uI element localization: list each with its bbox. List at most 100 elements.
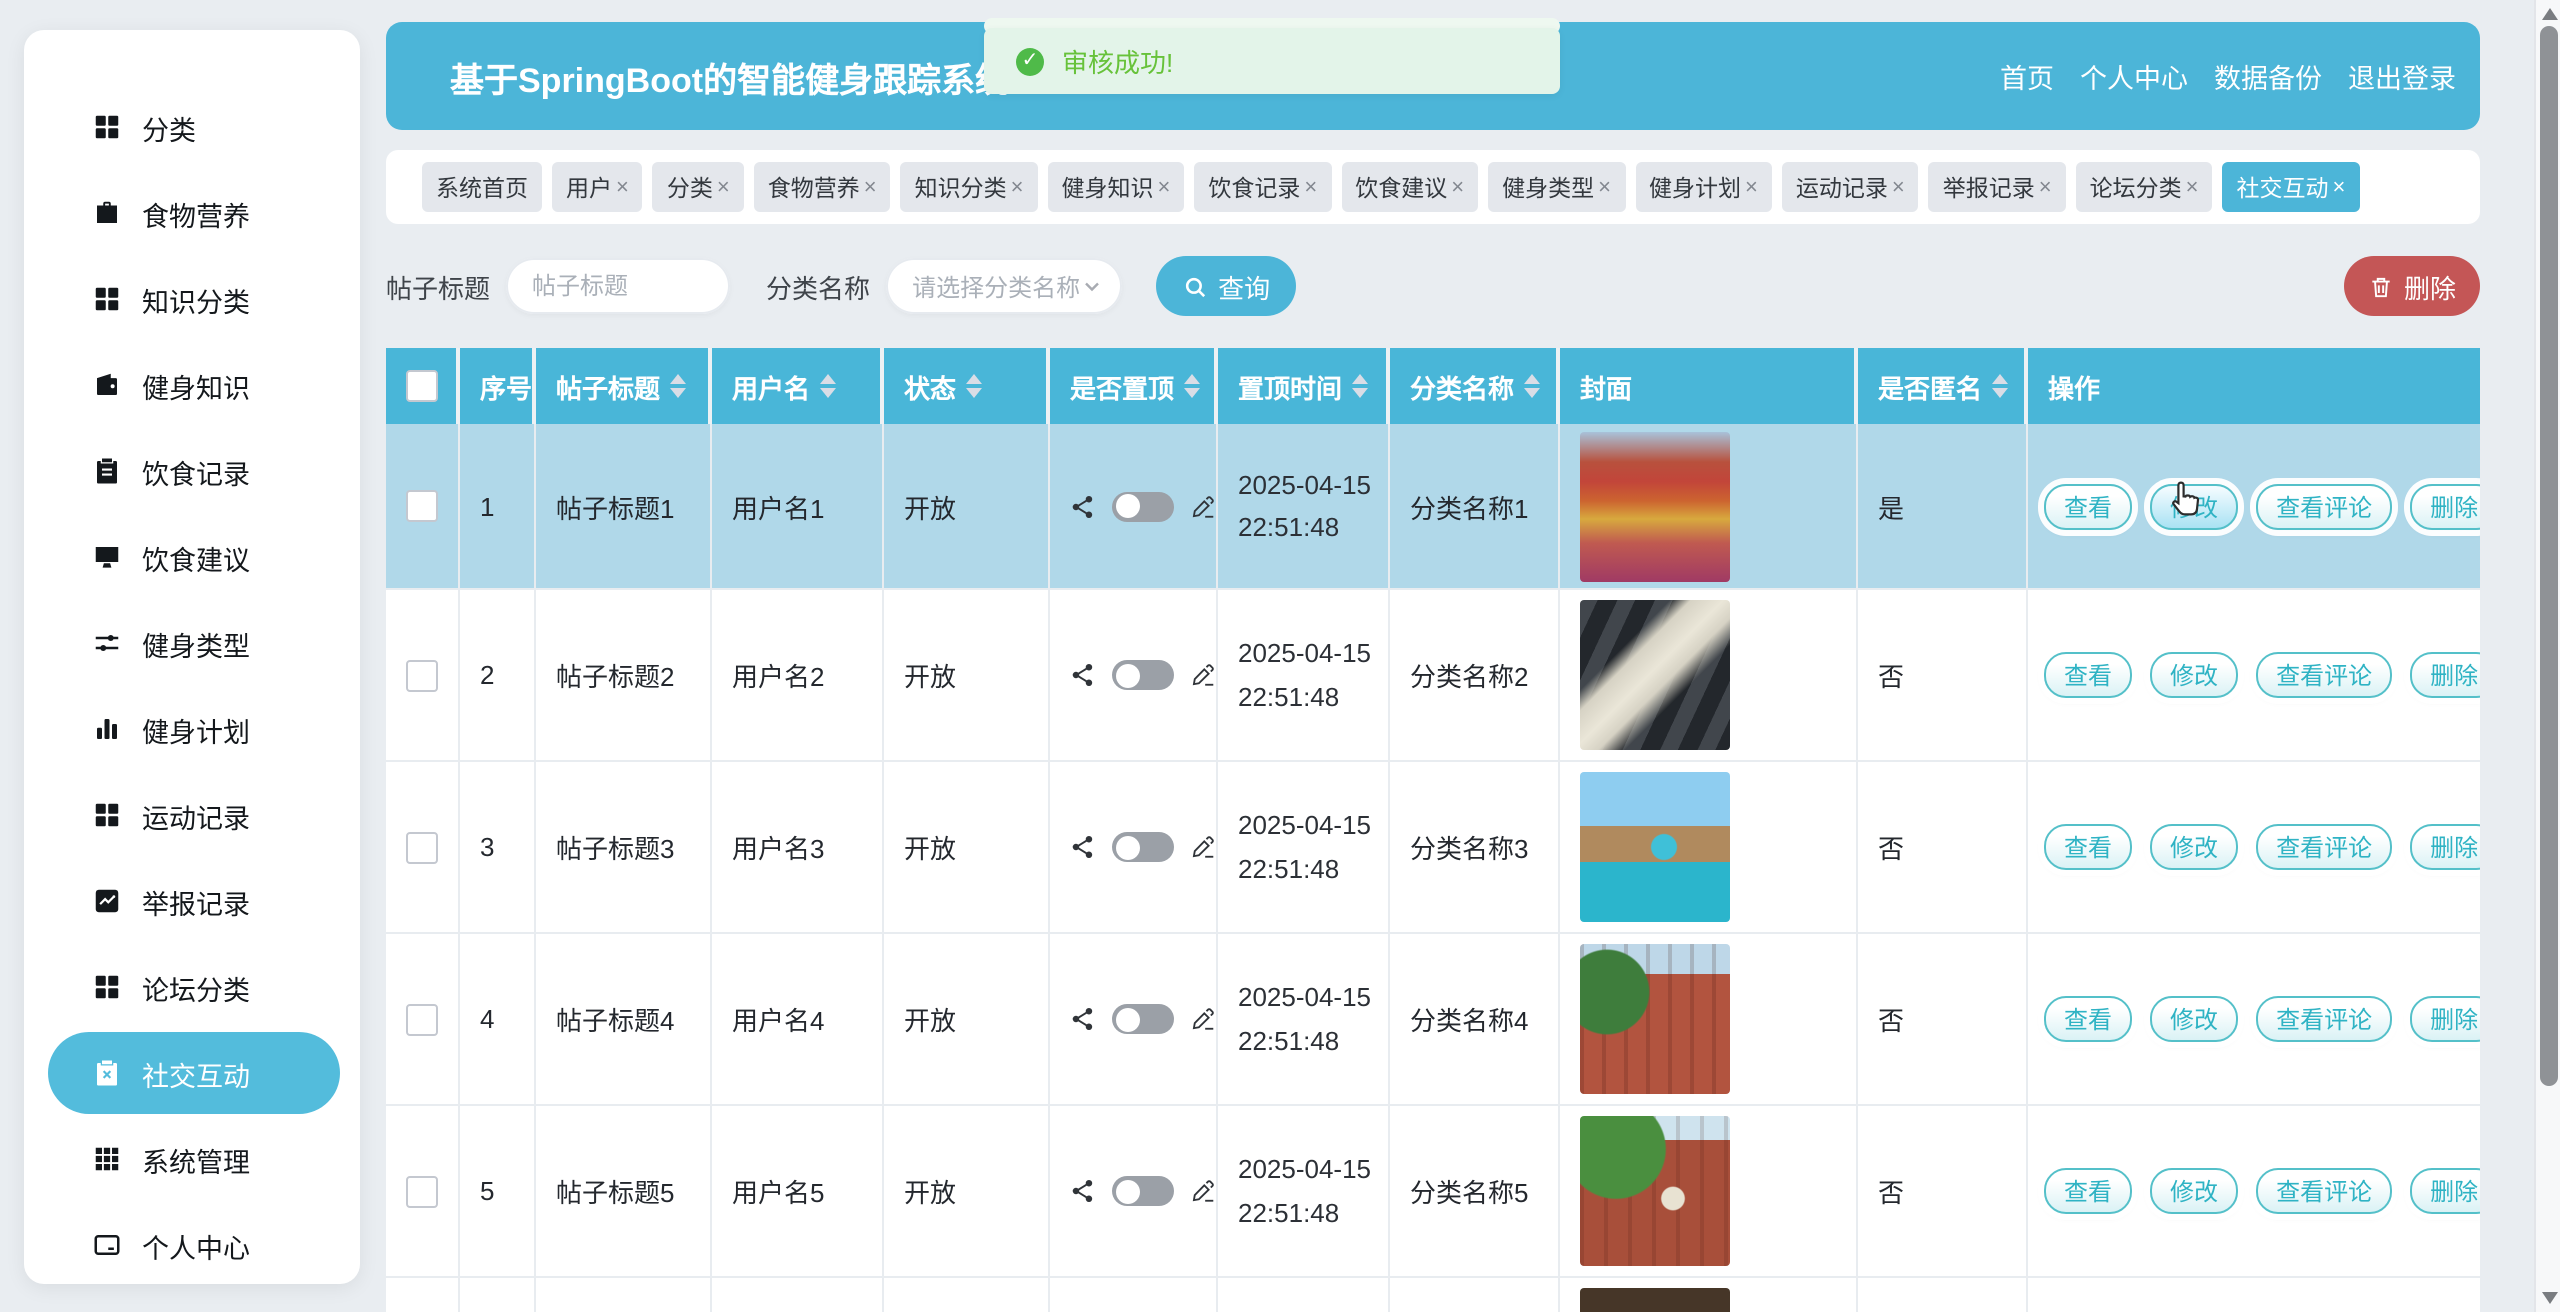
- row-checkbox[interactable]: [406, 831, 438, 863]
- tab-3[interactable]: 分类×: [653, 162, 744, 212]
- pin-toggle[interactable]: [1112, 660, 1174, 690]
- column-header-10[interactable]: 是否匿名: [1858, 348, 2028, 424]
- sidebar-item-6[interactable]: 饮食建议: [24, 514, 360, 600]
- select-all-checkbox[interactable]: [405, 370, 437, 402]
- row-checkbox[interactable]: [406, 1003, 438, 1035]
- tab-4[interactable]: 食物营养×: [754, 162, 891, 212]
- sidebar-item-1[interactable]: 分类: [24, 84, 360, 170]
- category-select[interactable]: 请选择分类名称: [886, 258, 1122, 314]
- top-nav-link-4[interactable]: 退出登录: [2348, 56, 2456, 96]
- edit-pen-icon[interactable]: [1190, 662, 1216, 688]
- tab-close-icon[interactable]: ×: [717, 175, 730, 199]
- row-action-view-button[interactable]: 查看: [2044, 652, 2132, 698]
- column-header-8[interactable]: 分类名称: [1390, 348, 1560, 424]
- pin-toggle[interactable]: [1112, 1176, 1174, 1206]
- pin-toggle[interactable]: [1112, 832, 1174, 862]
- tab-2[interactable]: 用户×: [552, 162, 643, 212]
- row-action-view-button[interactable]: 查看: [2044, 824, 2132, 870]
- tab-close-icon[interactable]: ×: [1892, 175, 1905, 199]
- row-action-view-comments-button[interactable]: 查看评论: [2256, 824, 2392, 870]
- row-action-view-comments-button[interactable]: 查看评论: [2256, 1168, 2392, 1214]
- tab-close-icon[interactable]: ×: [1745, 175, 1758, 199]
- sidebar-item-9[interactable]: 运动记录: [24, 772, 360, 858]
- edit-pen-icon[interactable]: [1190, 493, 1216, 519]
- tab-close-icon[interactable]: ×: [2039, 175, 2052, 199]
- column-header-1[interactable]: [386, 348, 460, 424]
- sidebar-item-2[interactable]: 食物营养: [24, 170, 360, 256]
- tab-10[interactable]: 健身计划×: [1635, 162, 1772, 212]
- row-action-view-button[interactable]: 查看: [2044, 1168, 2132, 1214]
- tab-close-icon[interactable]: ×: [1011, 175, 1024, 199]
- category-cell: 分类名称2: [1390, 590, 1560, 760]
- row-action-edit-button[interactable]: 修改: [2150, 824, 2238, 870]
- row-action-delete-button[interactable]: 删除: [2410, 996, 2480, 1042]
- column-header-3[interactable]: 帖子标题: [536, 348, 712, 424]
- sidebar-item-7[interactable]: 健身类型: [24, 600, 360, 686]
- tab-12[interactable]: 举报记录×: [1929, 162, 2066, 212]
- row-action-view-button[interactable]: 查看: [2044, 996, 2132, 1042]
- tab-close-icon[interactable]: ×: [1598, 175, 1611, 199]
- sidebar-item-8[interactable]: 健身计划: [24, 686, 360, 772]
- row-action-view-comments-button[interactable]: 查看评论: [2256, 652, 2392, 698]
- sidebar-item-12[interactable]: 社交互动: [48, 1032, 340, 1114]
- scrollbar-down-arrow[interactable]: [2541, 1292, 2557, 1304]
- edit-pen-icon[interactable]: [1190, 834, 1216, 860]
- sidebar-item-3[interactable]: 知识分类: [24, 256, 360, 342]
- row-action-view-comments-button[interactable]: 查看评论: [2256, 483, 2392, 529]
- tab-13[interactable]: 论坛分类×: [2076, 162, 2213, 212]
- tab-close-icon[interactable]: ×: [2186, 175, 2199, 199]
- row-action-view-comments-button[interactable]: 查看评论: [2256, 996, 2392, 1042]
- sidebar-item-5[interactable]: 饮食记录: [24, 428, 360, 514]
- edit-pen-icon[interactable]: [1190, 1178, 1216, 1204]
- column-header-4[interactable]: 用户名: [712, 348, 884, 424]
- row-checkbox[interactable]: [406, 490, 438, 522]
- pin-toggle[interactable]: [1112, 491, 1174, 521]
- tab-1[interactable]: 系统首页: [422, 162, 542, 212]
- row-action-delete-button[interactable]: 删除: [2410, 483, 2480, 529]
- scrollbar-thumb[interactable]: [2540, 26, 2558, 1086]
- tab-14[interactable]: 社交互动×: [2223, 162, 2360, 212]
- tab-6[interactable]: 健身知识×: [1048, 162, 1185, 212]
- tab-7[interactable]: 饮食记录×: [1194, 162, 1331, 212]
- scrollbar-up-arrow[interactable]: [2541, 8, 2557, 20]
- sidebar-item-11[interactable]: 论坛分类: [24, 944, 360, 1030]
- pin-toggle[interactable]: [1112, 1004, 1174, 1034]
- row-checkbox[interactable]: [406, 659, 438, 691]
- tab-close-icon[interactable]: ×: [616, 175, 629, 199]
- tab-9[interactable]: 健身类型×: [1488, 162, 1625, 212]
- tab-8[interactable]: 饮食建议×: [1341, 162, 1478, 212]
- row-action-edit-button[interactable]: 修改: [2150, 1168, 2238, 1214]
- row-checkbox[interactable]: [406, 1175, 438, 1207]
- query-button[interactable]: 查询: [1156, 256, 1296, 316]
- row-action-delete-button[interactable]: 删除: [2410, 824, 2480, 870]
- sidebar-item-4[interactable]: 健身知识: [24, 342, 360, 428]
- row-action-edit-button[interactable]: 修改: [2150, 483, 2238, 529]
- row-action-view-button[interactable]: 查看: [2044, 483, 2132, 529]
- sidebar-item-10[interactable]: 举报记录: [24, 858, 360, 944]
- top-nav-link-2[interactable]: 个人中心: [2080, 56, 2188, 96]
- sidebar-item-14[interactable]: 个人中心: [24, 1202, 360, 1288]
- tab-close-icon[interactable]: ×: [1451, 175, 1464, 199]
- post-title-cell: [536, 1278, 712, 1312]
- row-action-edit-button[interactable]: 修改: [2150, 652, 2238, 698]
- delete-button[interactable]: 删除: [2344, 256, 2480, 316]
- post-title-input[interactable]: [506, 258, 730, 314]
- tab-5[interactable]: 知识分类×: [901, 162, 1038, 212]
- tab-close-icon[interactable]: ×: [1304, 175, 1317, 199]
- edit-pen-icon[interactable]: [1190, 1006, 1216, 1032]
- tab-close-icon[interactable]: ×: [864, 175, 877, 199]
- row-action-edit-button[interactable]: 修改: [2150, 996, 2238, 1042]
- tab-11[interactable]: 运动记录×: [1782, 162, 1919, 212]
- top-nav-link-1[interactable]: 首页: [2000, 56, 2054, 96]
- column-header-5[interactable]: 状态: [884, 348, 1050, 424]
- top-nav-link-3[interactable]: 数据备份: [2214, 56, 2322, 96]
- sidebar-item-13[interactable]: 系统管理: [24, 1116, 360, 1202]
- vertical-scrollbar[interactable]: [2534, 0, 2560, 1312]
- tab-close-icon[interactable]: ×: [2333, 175, 2346, 199]
- column-header-6[interactable]: 是否置顶: [1050, 348, 1218, 424]
- tab-close-icon[interactable]: ×: [1158, 175, 1171, 199]
- username-cell: 用户名3: [712, 762, 884, 932]
- column-header-7[interactable]: 置顶时间: [1218, 348, 1390, 424]
- row-action-delete-button[interactable]: 删除: [2410, 652, 2480, 698]
- row-action-delete-button[interactable]: 删除: [2410, 1168, 2480, 1214]
